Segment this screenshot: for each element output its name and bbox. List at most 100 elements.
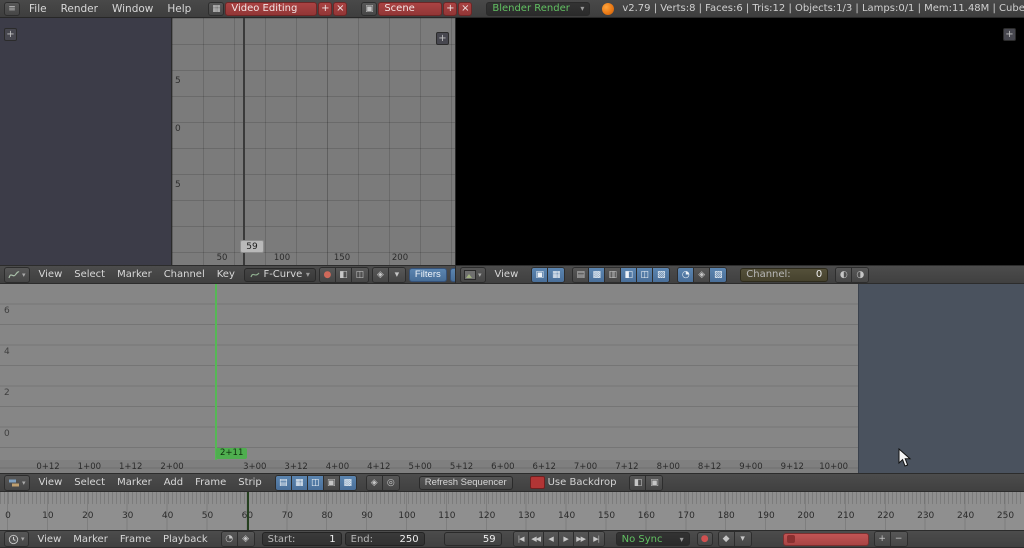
jump-to-end-button[interactable]: ▶| <box>589 532 604 546</box>
overlay-frame-icon[interactable]: ◧ <box>630 476 646 490</box>
add-scene-button[interactable]: + <box>443 2 457 16</box>
histogram-icon[interactable]: ▥ <box>605 268 621 282</box>
menu-frame[interactable]: Frame <box>114 534 157 545</box>
overlay-toggle-icon[interactable]: ▩ <box>340 476 356 490</box>
editor-type-timeline-icon[interactable]: ▾ <box>4 531 29 547</box>
preview-header: ▾ View ▣▦ ▤▩▥◧◫▨ ◔◈▧ Channel: 0 ◐◑ <box>455 265 1024 284</box>
preview-range-icon[interactable]: ◔ <box>222 532 238 546</box>
menu-strip[interactable]: Strip <box>232 477 268 488</box>
graph-playhead[interactable] <box>243 18 245 265</box>
render-engine-dropdown[interactable]: Blender Render ▾ <box>486 2 590 16</box>
menu-view[interactable]: View <box>33 477 69 488</box>
snap-toggle-icon[interactable]: ◈ <box>367 476 383 490</box>
current-frame-field[interactable]: 59 <box>444 532 502 546</box>
menu-frame[interactable]: Frame <box>189 477 232 488</box>
editor-type-preview-icon[interactable]: ▾ <box>460 267 486 283</box>
menu-help[interactable]: Help <box>160 3 198 15</box>
menu-select[interactable]: Select <box>68 269 111 280</box>
ruler-label: 7+00 <box>574 462 597 472</box>
menu-key[interactable]: Key <box>211 269 241 280</box>
timeline-ruler[interactable]: 0102030405060708090100110120130140150160… <box>0 508 1024 524</box>
proxy-render-icon[interactable]: ▨ <box>653 268 669 282</box>
sequencer-canvas[interactable]: 6420 0+121+001+122+003+003+124+004+125+0… <box>0 284 1024 473</box>
delete-keyframe-icon[interactable]: − <box>891 532 907 546</box>
split-view-icon[interactable]: ◫ <box>308 476 324 490</box>
sequencer-view-icon[interactable]: ▤ <box>276 476 292 490</box>
menu-file[interactable]: File <box>22 3 54 15</box>
graph-editor-canvas[interactable]: 505 50100150200 59 + <box>172 18 455 265</box>
preview-canvas[interactable]: + <box>455 18 1024 265</box>
menu-view[interactable]: View <box>33 269 69 280</box>
menu-marker[interactable]: Marker <box>111 477 158 488</box>
fcurve-mode-dropdown[interactable]: F-Curve ▾ <box>244 268 316 282</box>
safe-margin-icon[interactable]: ◔ <box>678 268 694 282</box>
tweak-mode-icon[interactable]: ◎ <box>383 476 399 490</box>
delete-scene-button[interactable]: × <box>458 2 472 16</box>
menu-select[interactable]: Select <box>68 477 111 488</box>
channel-field[interactable]: Channel: 0 <box>740 268 828 282</box>
preview-toggle-icon[interactable]: ▦ <box>292 476 308 490</box>
snap-mode-arrow-icon[interactable]: ▾ <box>389 268 405 282</box>
grease-pencil-icon[interactable]: ◈ <box>694 268 710 282</box>
editor-type-graph-icon[interactable]: ▾ <box>4 267 30 283</box>
sequencer-ruler[interactable]: 0+121+001+122+003+003+124+004+125+005+12… <box>0 460 858 473</box>
expand-properties-icon[interactable]: + <box>436 32 449 45</box>
use-backdrop-label[interactable]: Use Backdrop <box>548 477 617 488</box>
menu-window[interactable]: Window <box>105 3 160 15</box>
proxy-toggle-icon[interactable]: ▣ <box>324 476 340 490</box>
delete-screen-button[interactable]: × <box>333 2 347 16</box>
snap-icon[interactable]: ◈ <box>373 268 389 282</box>
rgb-curves-icon[interactable]: ◧ <box>621 268 637 282</box>
only-selected-curves-icon[interactable]: ◧ <box>336 268 352 282</box>
ghost-curves-icon[interactable]: ● <box>320 268 336 282</box>
start-frame-field[interactable]: Start: 1 <box>262 532 342 546</box>
menu-marker[interactable]: Marker <box>67 534 114 545</box>
keying-dropdown-arrow-icon[interactable]: ▾ <box>735 532 751 546</box>
color-management-icon[interactable]: ◑ <box>852 268 868 282</box>
menu-marker[interactable]: Marker <box>111 269 158 280</box>
menu-view[interactable]: View <box>32 534 68 545</box>
show-handles-icon[interactable]: ◫ <box>352 268 368 282</box>
lock-strips-icon[interactable]: ▣ <box>646 476 662 490</box>
expand-channels-icon[interactable]: + <box>4 28 17 41</box>
scene-name[interactable]: Scene <box>378 2 442 16</box>
editor-type-sequencer-icon[interactable]: ▾ <box>4 475 30 491</box>
active-keying-set-field[interactable] <box>783 533 869 546</box>
next-keyframe-button[interactable]: ▶▶ <box>574 532 589 546</box>
end-frame-field[interactable]: End: 250 <box>345 532 425 546</box>
screen-layout-name[interactable]: Video Editing <box>225 2 317 16</box>
add-screen-button[interactable]: + <box>318 2 332 16</box>
menu-add[interactable]: Add <box>158 477 189 488</box>
play-button[interactable]: ▶ <box>559 532 574 546</box>
prev-keyframe-button[interactable]: ◀◀ <box>529 532 544 546</box>
insert-keyframe-icon[interactable]: + <box>875 532 891 546</box>
menu-view[interactable]: View <box>489 269 525 280</box>
refresh-sequencer-button[interactable]: Refresh Sequencer <box>419 476 513 490</box>
av-sync-dropdown[interactable]: No Sync ▾ <box>616 532 690 546</box>
play-reverse-button[interactable]: ◀ <box>544 532 559 546</box>
menu-channel[interactable]: Channel <box>158 269 211 280</box>
jump-to-start-button[interactable]: |◀ <box>514 532 529 546</box>
frame-lock-icon[interactable]: ◈ <box>238 532 254 546</box>
menu-render[interactable]: Render <box>54 3 105 15</box>
luma-waveform-icon[interactable]: ▤ <box>573 268 589 282</box>
gamma-correct-icon[interactable]: ◐ <box>836 268 852 282</box>
metadata-icon[interactable]: ▧ <box>710 268 726 282</box>
keying-set-menu-icon[interactable]: ◆ <box>719 532 735 546</box>
auto-keyframe-record-button[interactable]: ● <box>697 532 713 546</box>
info-menu-icon[interactable]: ≡ <box>4 2 20 16</box>
timeline-playhead[interactable] <box>247 492 249 530</box>
color-alpha-icon[interactable]: ▦ <box>548 268 564 282</box>
filters-button[interactable]: Filters <box>409 268 447 282</box>
graph-channels-region[interactable]: + <box>0 18 172 265</box>
chroma-vectorscope-icon[interactable]: ▩ <box>589 268 605 282</box>
backdrop-color-swatch[interactable] <box>530 476 545 489</box>
split-preview-icon[interactable]: ◫ <box>637 268 653 282</box>
expand-region-icon[interactable]: + <box>1003 28 1016 41</box>
timeline-canvas[interactable]: 0102030405060708090100110120130140150160… <box>0 492 1024 530</box>
image-channel-icon[interactable]: ▣ <box>532 268 548 282</box>
screen-browse-icon[interactable]: ▦ <box>208 2 224 16</box>
menu-playback[interactable]: Playback <box>157 534 214 545</box>
sequencer-playhead[interactable] <box>215 284 217 460</box>
scene-browse-icon[interactable]: ▣ <box>361 2 377 16</box>
